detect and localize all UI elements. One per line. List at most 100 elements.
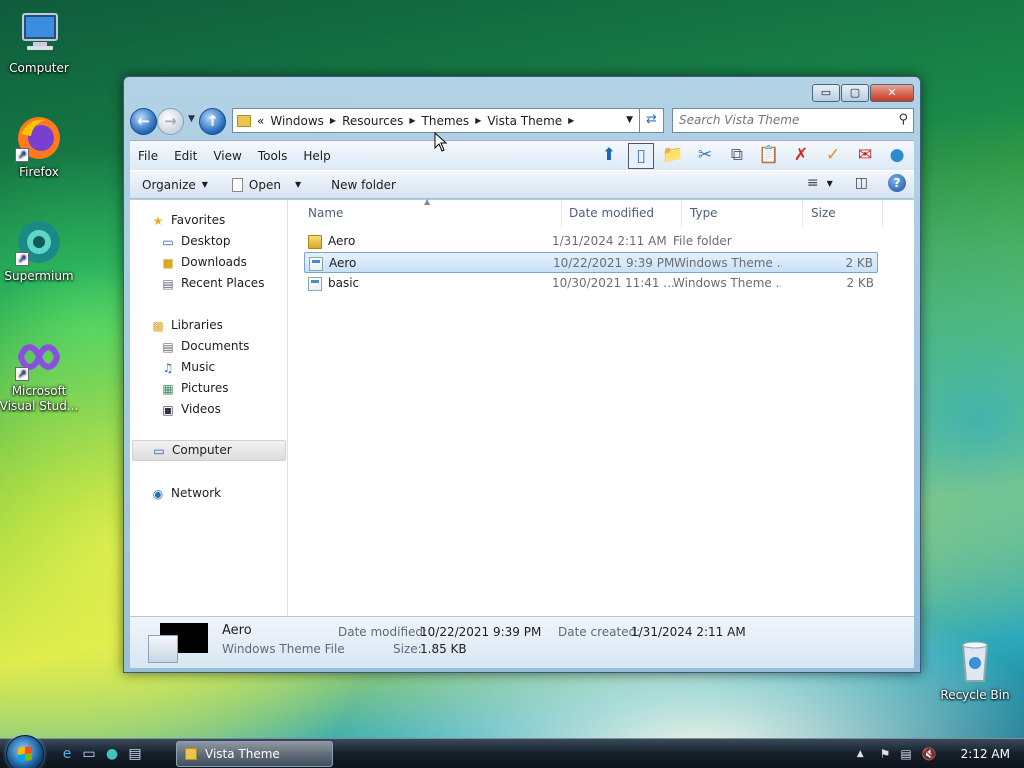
file-date: 10/22/2021 9:39 PM bbox=[553, 256, 675, 270]
cut-icon[interactable]: ✂ bbox=[692, 143, 718, 169]
desktop-icon-computer[interactable]: Computer bbox=[0, 10, 81, 76]
delete-icon[interactable]: ✗ bbox=[788, 143, 814, 169]
column-name[interactable]: Name bbox=[300, 200, 562, 227]
chevron-down-icon[interactable]: ▼ bbox=[827, 179, 833, 188]
nav-documents[interactable]: ▤ Documents bbox=[160, 336, 249, 357]
file-row[interactable]: Aero 1/31/2024 2:11 AM File folder bbox=[304, 231, 878, 252]
breadcrumb-arrow-icon[interactable]: ▶ bbox=[330, 116, 336, 125]
address-dropdown-icon[interactable]: ▼ bbox=[626, 115, 633, 125]
desktop-icon-firefox[interactable]: ↗ Firefox bbox=[0, 114, 81, 180]
maximize-button[interactable]: ▢ bbox=[841, 84, 869, 102]
supermium-icon: ↗ bbox=[15, 218, 63, 266]
file-row-selected[interactable]: Aero 10/22/2021 9:39 PM Windows Theme ..… bbox=[304, 252, 878, 273]
breadcrumb-resources[interactable]: Resources bbox=[342, 114, 403, 128]
column-size[interactable]: Size bbox=[803, 200, 883, 227]
organize-button[interactable]: Organize ▼ bbox=[130, 178, 220, 192]
action-center-flag-icon[interactable]: ⚑ bbox=[880, 747, 891, 761]
up-folder-icon[interactable]: ⬆ bbox=[596, 143, 622, 169]
network-icon[interactable]: ▤ bbox=[900, 747, 911, 761]
globe-icon[interactable]: ● bbox=[884, 143, 910, 169]
nav-pictures[interactable]: ▦ Pictures bbox=[160, 378, 229, 399]
menu-tools[interactable]: Tools bbox=[250, 149, 296, 163]
new-folder-label: New folder bbox=[331, 177, 396, 192]
start-button[interactable] bbox=[6, 735, 44, 768]
supermium-icon[interactable]: ● bbox=[103, 745, 121, 763]
nav-videos[interactable]: ▣ Videos bbox=[160, 399, 221, 420]
menu-view[interactable]: View bbox=[205, 149, 249, 163]
close-button[interactable]: ✕ bbox=[870, 84, 914, 102]
nav-libraries[interactable]: ▩ Libraries bbox=[150, 315, 223, 336]
address-bar[interactable]: « Windows ▶ Resources ▶ Themes ▶ Vista T… bbox=[232, 108, 640, 133]
desktop-icon-recycle-bin[interactable]: Recycle Bin bbox=[933, 637, 1017, 703]
show-desktop-icon[interactable]: ▭ bbox=[80, 745, 98, 763]
breadcrumb-arrow-icon[interactable]: ▶ bbox=[409, 116, 415, 125]
details-file-name: Aero bbox=[222, 623, 252, 638]
desktop-icon-visual-studio[interactable]: ↗ Microsoft Visual Stud... bbox=[0, 333, 81, 414]
file-type: File folder bbox=[673, 234, 732, 248]
refresh-button[interactable]: ⇄ bbox=[640, 108, 664, 133]
file-row[interactable]: basic 10/30/2021 11:41 ... Windows Theme… bbox=[304, 273, 878, 294]
move-to-icon[interactable]: 📁 bbox=[660, 143, 686, 169]
rename-icon[interactable]: ✉ bbox=[852, 143, 878, 169]
file-list: ▲ Name Date modified Type Size Aero 1/31… bbox=[290, 197, 914, 616]
column-type[interactable]: Type bbox=[682, 200, 803, 227]
explorer-window[interactable]: ▭ ▢ ✕ ← → ▼ ↑ « Windows ▶ Resources ▶ Th… bbox=[123, 76, 921, 673]
preview-pane-icon[interactable]: ◫ bbox=[855, 175, 868, 191]
breadcrumb-vista-theme[interactable]: Vista Theme bbox=[487, 114, 562, 128]
nav-desktop[interactable]: ▭ Desktop bbox=[160, 231, 230, 252]
file-size: 2 KB bbox=[845, 256, 873, 270]
caption-buttons: ▭ ▢ ✕ bbox=[811, 84, 914, 102]
forward-button[interactable]: → bbox=[157, 108, 184, 135]
views-icon[interactable]: ≡ bbox=[807, 175, 819, 191]
desktop-icon-label: Supermium bbox=[4, 269, 74, 283]
search-icon[interactable]: ⚲ bbox=[898, 112, 908, 127]
help-icon[interactable]: ? bbox=[888, 174, 906, 192]
file-type: Windows Theme ... bbox=[674, 256, 782, 270]
nav-network[interactable]: ◉ Network bbox=[150, 483, 221, 504]
desktop-icon-label: Microsoft Visual Stud... bbox=[0, 384, 79, 413]
minimize-button[interactable]: ▭ bbox=[812, 84, 840, 102]
recent-places-icon: ▤ bbox=[162, 276, 174, 291]
nav-label: Pictures bbox=[181, 381, 229, 395]
menu-help[interactable]: Help bbox=[295, 149, 338, 163]
nav-music[interactable]: ♫ Music bbox=[160, 357, 216, 378]
desktop-icon: ▭ bbox=[162, 234, 174, 249]
search-box[interactable]: ⚲ bbox=[672, 108, 914, 133]
breadcrumb-arrow-icon[interactable]: ▶ bbox=[475, 116, 481, 125]
nav-favorites[interactable]: ★ Favorites bbox=[150, 210, 226, 231]
menu-edit[interactable]: Edit bbox=[166, 149, 205, 163]
volume-muted-icon[interactable]: 🔇 bbox=[922, 747, 937, 761]
firefox-icon: ↗ bbox=[15, 114, 63, 162]
nav-downloads[interactable]: ■ Downloads bbox=[160, 252, 247, 273]
file-size: 2 KB bbox=[846, 276, 874, 290]
taskbar-button-vista-theme[interactable]: Vista Theme bbox=[176, 741, 333, 767]
nav-label: Computer bbox=[172, 443, 232, 457]
show-hidden-icons-icon[interactable]: ▲ bbox=[857, 749, 864, 759]
new-folder-button[interactable]: New folder bbox=[319, 178, 408, 192]
folder-icon bbox=[308, 234, 322, 249]
menu-bar: File Edit View Tools Help ⬆ ▯ 📁 ✂ ⧉ 📋 ✗ … bbox=[130, 140, 914, 170]
star-icon: ★ bbox=[152, 213, 164, 228]
copy-icon[interactable]: ⧉ bbox=[724, 143, 750, 169]
internet-explorer-icon[interactable]: e bbox=[58, 745, 76, 763]
breadcrumb-windows[interactable]: Windows bbox=[270, 114, 324, 128]
breadcrumb-arrow-icon[interactable]: ▶ bbox=[568, 116, 574, 125]
clock[interactable]: 2:12 AM bbox=[961, 747, 1010, 761]
back-button[interactable]: ← bbox=[130, 108, 157, 135]
recent-pages-dropdown[interactable]: ▼ bbox=[188, 114, 195, 124]
paste-icon[interactable]: 📋 bbox=[756, 143, 782, 169]
folders-pane-icon[interactable]: ▯ bbox=[628, 143, 654, 169]
switch-windows-icon[interactable]: ▤ bbox=[126, 745, 144, 763]
nav-computer[interactable]: ▭ Computer bbox=[132, 440, 286, 461]
up-button[interactable]: ↑ bbox=[199, 108, 226, 135]
search-input[interactable] bbox=[673, 109, 883, 131]
properties-check-icon[interactable]: ✓ bbox=[820, 143, 846, 169]
menu-file[interactable]: File bbox=[130, 149, 166, 163]
videos-icon: ▣ bbox=[162, 402, 174, 417]
breadcrumb-overflow[interactable]: « bbox=[257, 114, 264, 128]
breadcrumb-themes[interactable]: Themes bbox=[422, 114, 470, 128]
desktop-icon-supermium[interactable]: ↗ Supermium bbox=[0, 218, 81, 284]
nav-recent-places[interactable]: ▤ Recent Places bbox=[160, 273, 264, 294]
open-button[interactable]: Open ▼ bbox=[220, 177, 313, 192]
column-date-modified[interactable]: Date modified bbox=[561, 200, 682, 227]
